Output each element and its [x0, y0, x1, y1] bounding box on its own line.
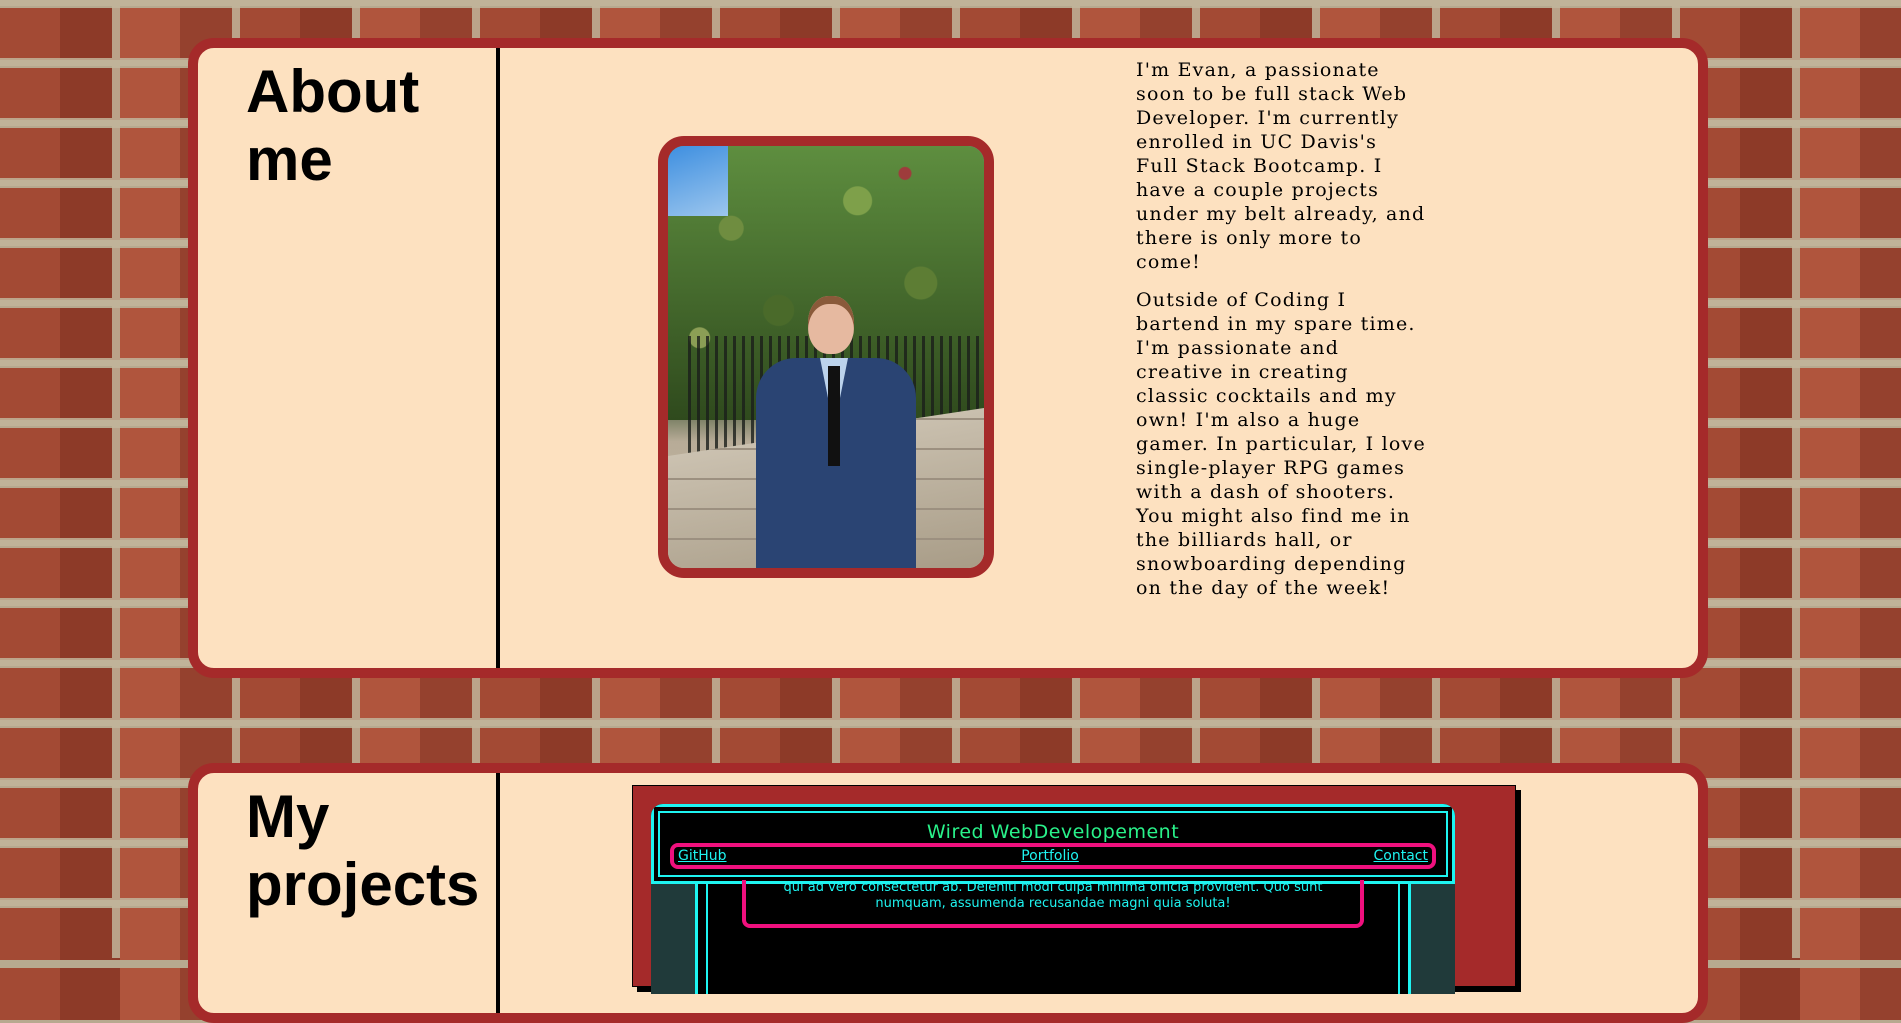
- bio-paragraph: Outside of Coding I bartend in my spare …: [1136, 289, 1426, 599]
- about-heading: About me: [246, 58, 420, 193]
- photo-sky: [668, 146, 728, 216]
- photo-person: [756, 296, 916, 568]
- project-site-body: qui ad vero consectetur ab. Deleniti mod…: [695, 880, 1411, 994]
- photo-head: [808, 296, 854, 354]
- bio-paragraph: I'm Evan, a passionate soon to be full s…: [1136, 59, 1426, 273]
- about-sidebar: About me: [198, 48, 500, 668]
- projects-heading: My projects: [246, 783, 480, 918]
- about-bio: I'm Evan, a passionate soon to be full s…: [1136, 58, 1426, 614]
- project-site-text: qui ad vero consectetur ab. Deleniti mod…: [783, 880, 1323, 911]
- project-nav-contact-link[interactable]: Contact: [1374, 848, 1428, 864]
- project-site-nav: GitHub Portfolio Contact: [670, 843, 1436, 869]
- project-site-header: Wired WebDevelopement GitHub Portfolio C…: [651, 804, 1455, 884]
- projects-sidebar: My projects: [198, 773, 500, 1013]
- project-screenshot: Wired WebDevelopement GitHub Portfolio C…: [651, 804, 1455, 994]
- profile-photo: [658, 136, 994, 578]
- project-nav-github-link[interactable]: GitHub: [678, 848, 727, 864]
- project-nav-portfolio-link[interactable]: Portfolio: [1021, 848, 1079, 864]
- photo-tie: [828, 366, 840, 466]
- project-preview[interactable]: Wired WebDevelopement GitHub Portfolio C…: [632, 785, 1516, 994]
- about-card: About me I'm Evan, a passionate soon to …: [188, 38, 1708, 678]
- project-site-content-box: qui ad vero consectetur ab. Deleniti mod…: [742, 880, 1364, 928]
- projects-card: My projects Wired WebDevelopement GitHub…: [188, 763, 1708, 1023]
- project-site-title: Wired WebDevelopement: [926, 821, 1180, 843]
